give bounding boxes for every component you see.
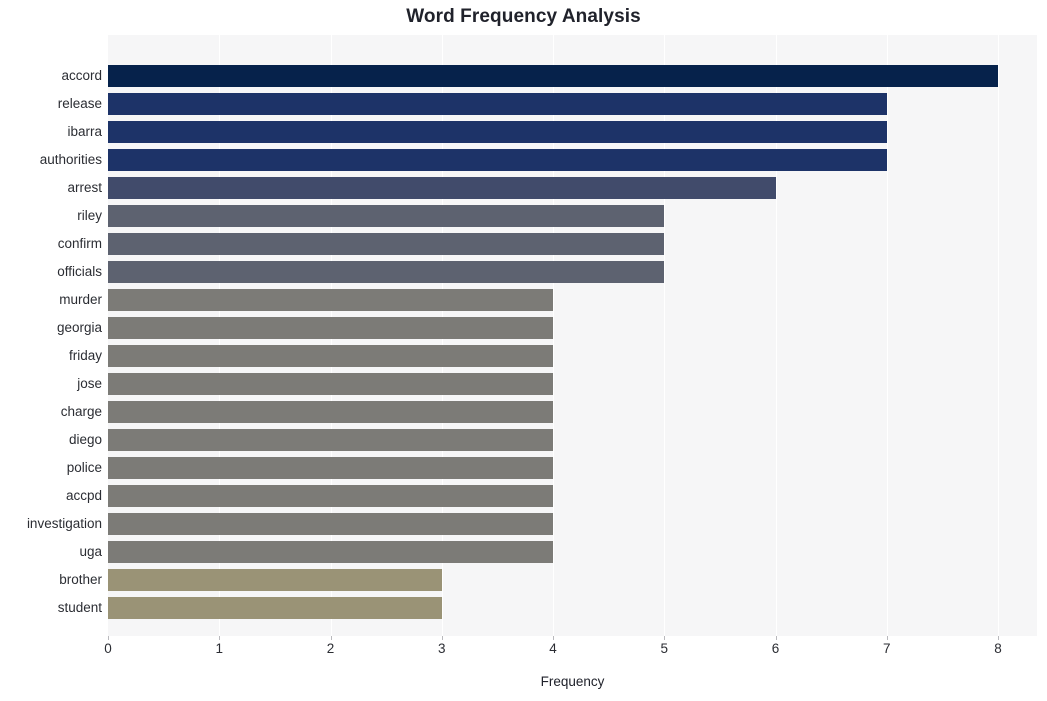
x-axis: 0 1 2 3 4 5 6 7 8 xyxy=(104,636,1037,666)
x-tick-mark xyxy=(330,636,332,640)
bar-authorities[interactable] xyxy=(108,149,887,171)
y-tick-georgia: georgia xyxy=(56,320,102,335)
x-tick-mark xyxy=(664,636,666,640)
x-tick-label-5: 5 xyxy=(660,641,669,656)
x-tick-label-3: 3 xyxy=(438,641,446,656)
bar-friday[interactable] xyxy=(108,345,554,367)
bar-row xyxy=(108,454,1037,482)
bar-row xyxy=(108,286,1037,314)
x-tick-label-7: 7 xyxy=(883,641,891,656)
bar-arrest[interactable] xyxy=(108,177,776,199)
bar-uga[interactable] xyxy=(108,541,554,563)
y-tick-release: release xyxy=(57,96,102,111)
bar-row xyxy=(108,146,1037,174)
x-tick-label-4: 4 xyxy=(549,641,557,656)
bar-murder[interactable] xyxy=(108,289,554,311)
y-tick-confirm: confirm xyxy=(57,236,102,251)
bar-charge[interactable] xyxy=(108,401,554,423)
bar-ibarra[interactable] xyxy=(108,121,887,143)
y-tick-arrest: arrest xyxy=(67,180,102,195)
y-tick-student: student xyxy=(57,600,102,615)
bar-row xyxy=(108,398,1037,426)
bar-student[interactable] xyxy=(108,597,442,619)
y-tick-riley: riley xyxy=(77,208,102,223)
bar-row xyxy=(108,90,1037,118)
y-tick-murder: murder xyxy=(59,292,102,307)
x-tick-mark xyxy=(998,636,1000,640)
y-tick-accord: accord xyxy=(61,68,102,83)
y-tick-uga: uga xyxy=(79,544,102,559)
bar-row xyxy=(108,118,1037,146)
bar-brother[interactable] xyxy=(108,569,442,591)
y-tick-ibarra: ibarra xyxy=(67,124,102,139)
bar-row xyxy=(108,538,1037,566)
y-tick-officials: officials xyxy=(57,264,102,279)
bar-investigation[interactable] xyxy=(108,513,554,535)
bar-jose[interactable] xyxy=(108,373,554,395)
y-tick-jose: jose xyxy=(77,376,102,391)
x-tick-label-1: 1 xyxy=(215,641,223,656)
bar-accpd[interactable] xyxy=(108,485,554,507)
bar-georgia[interactable] xyxy=(108,317,554,339)
x-tick-mark xyxy=(775,636,777,640)
y-tick-diego: diego xyxy=(68,432,102,447)
bar-row xyxy=(108,258,1037,286)
bar-row xyxy=(108,202,1037,230)
y-tick-charge: charge xyxy=(60,404,102,419)
bar-riley[interactable] xyxy=(108,205,665,227)
bar-row xyxy=(108,566,1037,594)
x-tick-label-6: 6 xyxy=(771,641,780,656)
bar-row xyxy=(108,62,1037,90)
page-title: Word Frequency Analysis xyxy=(406,6,641,27)
x-tick-label-0: 0 xyxy=(104,641,112,656)
bar-officials[interactable] xyxy=(108,261,665,283)
x-tick-mark xyxy=(553,636,555,640)
x-tick-mark xyxy=(108,636,109,640)
bar-diego[interactable] xyxy=(108,429,554,451)
x-tick-label-2: 2 xyxy=(326,641,335,656)
bar-row xyxy=(108,510,1037,538)
plot-area xyxy=(108,35,1037,636)
bar-row xyxy=(108,426,1037,454)
bar-confirm[interactable] xyxy=(108,233,665,255)
x-tick-label-8: 8 xyxy=(994,641,1002,656)
bar-row xyxy=(108,174,1037,202)
x-axis-label: Frequency xyxy=(540,674,605,689)
x-tick-mark xyxy=(886,636,888,640)
bar-row xyxy=(108,230,1037,258)
bar-row xyxy=(108,370,1037,398)
y-tick-accpd: accpd xyxy=(65,488,102,503)
y-tick-friday: friday xyxy=(68,348,102,363)
word-frequency-chart: Word Frequency Analysis accord release iba… xyxy=(0,0,1047,701)
bar-accord[interactable] xyxy=(108,65,999,87)
y-tick-police: police xyxy=(66,460,102,475)
bar-row xyxy=(108,342,1037,370)
x-tick-mark xyxy=(219,636,221,640)
y-tick-authorities: authorities xyxy=(39,152,102,167)
x-tick-mark xyxy=(441,636,443,640)
y-axis-tick-labels: accord release ibarra authorities arrest rile… xyxy=(0,35,102,636)
bar-row xyxy=(108,314,1037,342)
bar-row xyxy=(108,594,1037,622)
y-tick-brother: brother xyxy=(59,572,102,587)
bar-police[interactable] xyxy=(108,457,554,479)
bar-series xyxy=(108,35,1037,636)
bar-row xyxy=(108,482,1037,510)
bar-release[interactable] xyxy=(108,93,887,115)
y-tick-investigation: investigation xyxy=(26,516,102,531)
